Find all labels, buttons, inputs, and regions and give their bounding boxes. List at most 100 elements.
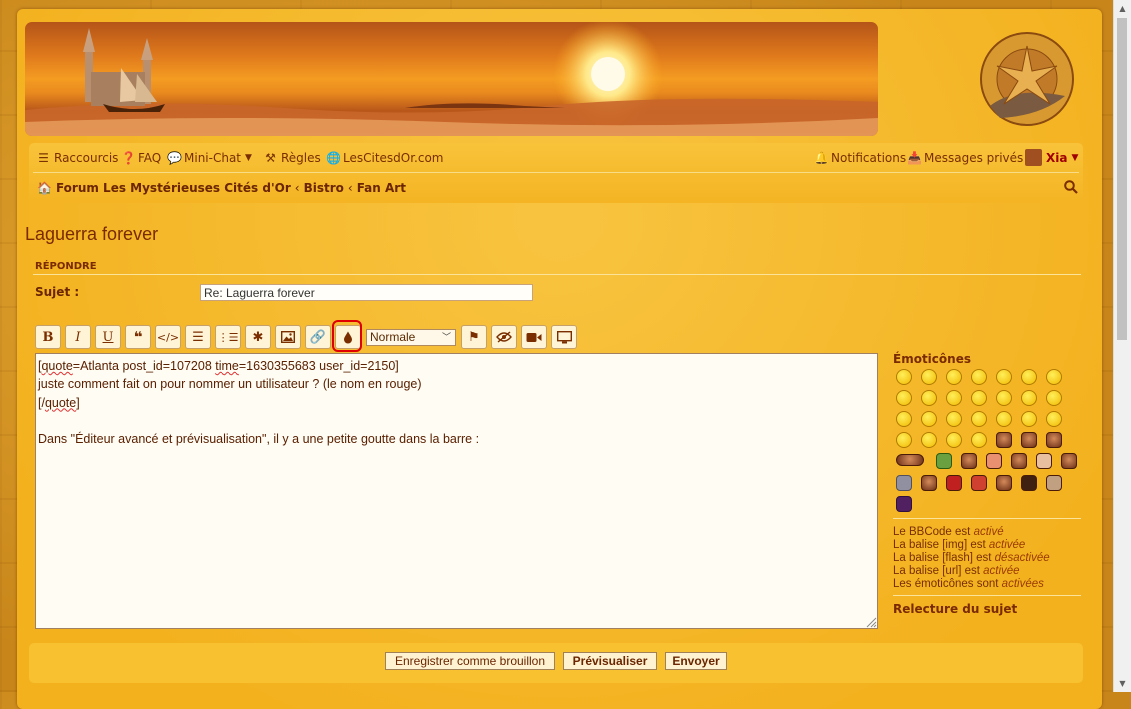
search-icon[interactable] xyxy=(1064,180,1078,198)
image-button[interactable] xyxy=(275,325,301,349)
character-icon[interactable] xyxy=(946,475,962,491)
save-draft-button[interactable]: Enregistrer comme brouillon xyxy=(385,652,555,670)
italic-button[interactable]: I xyxy=(65,325,91,349)
nav-mini-chat-label: Mini-Chat xyxy=(184,151,241,165)
smiley-icon[interactable] xyxy=(1046,390,1062,406)
smiley-icon[interactable] xyxy=(921,369,937,385)
link-button[interactable]: 🔗 xyxy=(305,325,331,349)
character-icon[interactable] xyxy=(961,453,977,469)
character-icon[interactable] xyxy=(996,432,1012,448)
emoticons-title: Émoticônes xyxy=(893,352,971,366)
character-icon[interactable] xyxy=(896,496,912,512)
site-logo[interactable] xyxy=(970,26,1085,132)
subject-input[interactable]: Re: Laguerra forever xyxy=(200,284,533,301)
smiley-icon[interactable] xyxy=(946,390,962,406)
smiley-icon[interactable] xyxy=(996,390,1012,406)
character-icon[interactable] xyxy=(896,475,912,491)
character-icon[interactable] xyxy=(1011,453,1027,469)
character-icon[interactable] xyxy=(896,454,924,466)
smiley-icon[interactable] xyxy=(996,369,1012,385)
nav-mini-chat[interactable]: 💬 Mini-Chat ▼ xyxy=(167,151,252,165)
chevron-left-icon: ‹ xyxy=(294,181,300,195)
scroll-up-icon[interactable]: ▲ xyxy=(1114,0,1131,17)
nav-site-link[interactable]: 🌐 LesCitesdOr.com xyxy=(326,151,444,165)
video-button[interactable] xyxy=(521,325,547,349)
character-icon[interactable] xyxy=(1061,453,1077,469)
nav-rules[interactable]: ⚒ Règles xyxy=(264,151,321,165)
character-icon[interactable] xyxy=(1046,475,1062,491)
smiley-icon[interactable] xyxy=(971,390,987,406)
smiley-icon[interactable] xyxy=(996,411,1012,427)
character-icon[interactable] xyxy=(996,475,1012,491)
character-icon[interactable] xyxy=(936,453,952,469)
smiley-icon[interactable] xyxy=(971,369,987,385)
smiley-icon[interactable] xyxy=(896,432,912,448)
spoiler-button[interactable] xyxy=(491,325,517,349)
smiley-icon[interactable] xyxy=(921,432,937,448)
preview-button[interactable]: Prévisualiser xyxy=(563,652,657,670)
smiley-icon[interactable] xyxy=(1021,411,1037,427)
smiley-icon[interactable] xyxy=(921,411,937,427)
scroll-down-icon[interactable]: ▼ xyxy=(1114,675,1131,692)
character-icon[interactable] xyxy=(971,475,987,491)
flag-icon: ⚑ xyxy=(468,329,480,345)
image-icon xyxy=(281,331,295,343)
smiley-icon[interactable] xyxy=(896,369,912,385)
nav-user-menu[interactable]: Xia ▼ xyxy=(1025,149,1078,166)
scrollbar[interactable]: ▲ ▼ xyxy=(1113,0,1131,692)
nav-private-messages[interactable]: 📥 Messages privés xyxy=(907,151,1023,165)
smiley-icon[interactable] xyxy=(896,411,912,427)
smiley-icon[interactable] xyxy=(946,432,962,448)
nav-faq[interactable]: ❓ FAQ xyxy=(121,151,161,165)
numbered-list-button[interactable]: ⋮☰ xyxy=(215,325,241,349)
flag-button[interactable]: ⚑ xyxy=(461,325,487,349)
scrollbar-thumb[interactable] xyxy=(1117,18,1127,340)
eye-slash-icon xyxy=(496,331,512,343)
nav-shortcuts[interactable]: ☰ Raccourcis xyxy=(37,151,118,165)
nav-notifications[interactable]: 🔔 Notifications xyxy=(814,151,906,165)
bold-button[interactable]: B xyxy=(35,325,61,349)
editor-line: Dans "Éditeur avancé et prévisualisation… xyxy=(38,432,480,447)
message-textarea[interactable]: [quote=Atlanta post_id=107208 time=16303… xyxy=(35,353,878,629)
underline-button[interactable]: U xyxy=(95,325,121,349)
page-title[interactable]: Laguerra forever xyxy=(25,224,158,245)
editor-text: =Atlanta post_id=107208 xyxy=(72,359,216,373)
breadcrumb-bistro[interactable]: Bistro xyxy=(304,181,344,195)
inbox-icon: 📥 xyxy=(907,151,922,165)
breadcrumb: 🏠 Forum Les Mystérieuses Cités d'Or ‹ Bi… xyxy=(37,181,406,195)
character-icon[interactable] xyxy=(1036,453,1052,469)
list-item-button[interactable]: ✱ xyxy=(245,325,271,349)
character-icon[interactable] xyxy=(1021,432,1037,448)
status-text: Le BBCode est xyxy=(893,526,974,538)
list-button[interactable]: ☰ xyxy=(185,325,211,349)
numbered-list-icon: ⋮☰ xyxy=(217,330,239,344)
character-icon[interactable] xyxy=(986,453,1002,469)
quote-button[interactable]: ❝ xyxy=(125,325,151,349)
smiley-icon[interactable] xyxy=(1046,411,1062,427)
smiley-icon[interactable] xyxy=(971,432,987,448)
character-icon[interactable] xyxy=(921,475,937,491)
topic-review-link[interactable]: Relecture du sujet xyxy=(893,602,1017,616)
character-icon[interactable] xyxy=(1021,475,1037,491)
editor-text: =1630355683 user_id=2150] xyxy=(238,359,399,373)
submit-button[interactable]: Envoyer xyxy=(665,652,727,670)
forum-banner[interactable] xyxy=(25,22,878,136)
embed-button[interactable] xyxy=(551,325,577,349)
divider xyxy=(33,274,1081,275)
resize-handle-icon[interactable] xyxy=(863,614,877,628)
font-size-select[interactable]: Normale ﹀ xyxy=(366,329,456,346)
smiley-icon[interactable] xyxy=(1021,390,1037,406)
smiley-icon[interactable] xyxy=(946,411,962,427)
caret-down-icon: ▼ xyxy=(245,153,252,163)
smiley-icon[interactable] xyxy=(921,390,937,406)
breadcrumb-fan-art[interactable]: Fan Art xyxy=(357,181,406,195)
breadcrumb-home[interactable]: Forum Les Mystérieuses Cités d'Or xyxy=(56,181,291,195)
smiley-icon[interactable] xyxy=(946,369,962,385)
video-camera-icon xyxy=(526,332,542,342)
smiley-icon[interactable] xyxy=(1021,369,1037,385)
character-icon[interactable] xyxy=(1046,432,1062,448)
code-button[interactable]: </> xyxy=(155,325,181,349)
smiley-icon[interactable] xyxy=(896,390,912,406)
smiley-icon[interactable] xyxy=(1046,369,1062,385)
smiley-icon[interactable] xyxy=(971,411,987,427)
